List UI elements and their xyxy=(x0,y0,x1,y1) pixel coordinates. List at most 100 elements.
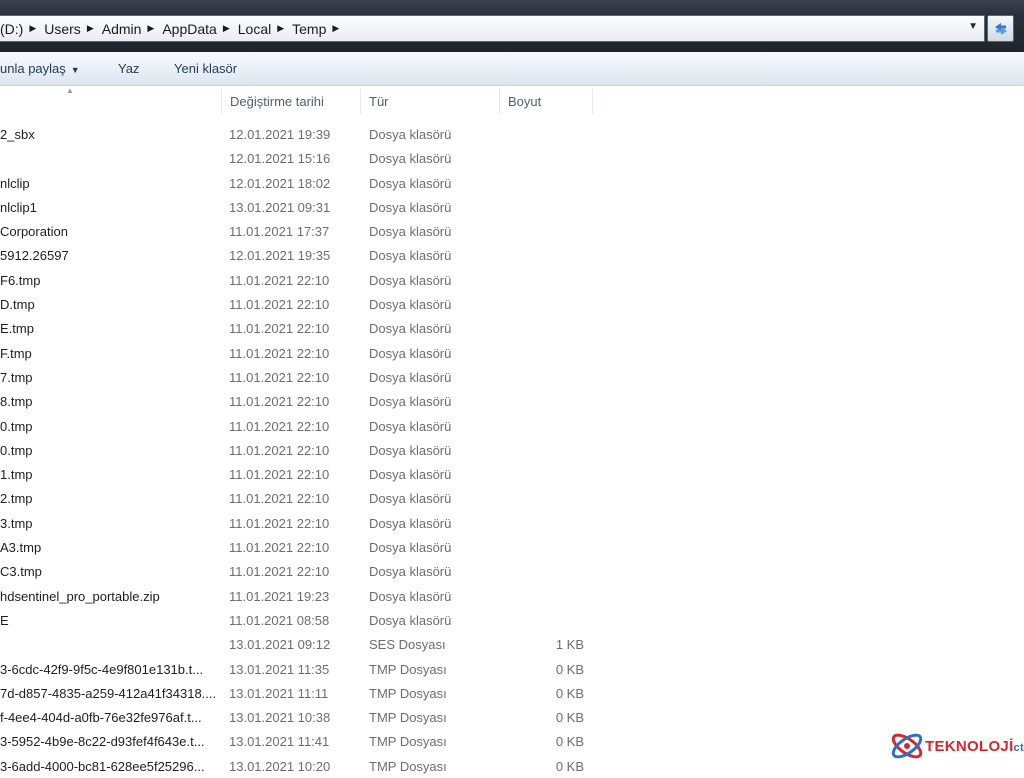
file-row[interactable]: 1.tmp 11.01.2021 22:10 Dosya klasörü xyxy=(0,462,1024,486)
file-row[interactable]: A3.tmp 11.01.2021 22:10 Dosya klasörü xyxy=(0,535,1024,559)
chevron-down-icon[interactable]: ▼ xyxy=(71,65,80,75)
file-row[interactable]: 3-6add-4000-bc81-628ee5f25296... 13.01.20… xyxy=(0,754,1024,778)
file-type: Dosya klasörü xyxy=(369,491,452,507)
file-name: Corporation xyxy=(0,224,68,240)
file-name: nlclip xyxy=(0,175,30,191)
file-row[interactable]: 2_sbx 12.01.2021 19:39 Dosya klasörü xyxy=(0,122,1024,146)
file-date: 11.01.2021 19:23 xyxy=(229,588,330,604)
file-type: Dosya klasörü xyxy=(369,418,452,434)
breadcrumb-local[interactable]: Local ▶ xyxy=(232,21,286,37)
file-row[interactable]: F.tmp 11.01.2021 22:10 Dosya klasörü xyxy=(0,341,1024,365)
file-type: Dosya klasörü xyxy=(369,564,452,580)
file-row[interactable]: nlclip 12.01.2021 18:02 Dosya klasörü xyxy=(0,171,1024,195)
new-folder-label[interactable]: Yeni klasör xyxy=(174,61,237,76)
chevron-right-icon[interactable]: ▶ xyxy=(147,23,156,34)
share-with-label[interactable]: unla paylaş xyxy=(0,61,66,76)
window-frame: (D:) ▶ Users ▶ Admin ▶ AppData ▶ Local ▶… xyxy=(0,0,1024,52)
file-row[interactable]: f-4ee4-404d-a0fb-76e32fe976af.t... 13.01.… xyxy=(0,705,1024,729)
file-row[interactable]: 7.tmp 11.01.2021 22:10 Dosya klasörü xyxy=(0,365,1024,389)
file-date: 12.01.2021 18:02 xyxy=(229,175,331,191)
breadcrumb-admin[interactable]: Admin ▶ xyxy=(96,21,157,37)
share-with-button[interactable]: unla paylaş ▼ xyxy=(0,61,80,76)
file-name: D.tmp xyxy=(0,297,35,313)
file-name: 5912.26597 xyxy=(0,248,69,264)
address-dropdown-icon[interactable]: ▼ xyxy=(968,21,978,32)
file-size: 0 KB xyxy=(555,758,584,774)
file-type: Dosya klasörü xyxy=(369,272,452,288)
file-size: 1 KB xyxy=(555,637,584,653)
file-name: hdsentinel_pro_portable.zip xyxy=(0,588,160,604)
file-name: 3-6cdc-42f9-9f5c-4e9f801e131b.t... xyxy=(0,661,204,677)
column-header-type[interactable]: Tür xyxy=(369,86,389,117)
address-bar[interactable]: (D:) ▶ Users ▶ Admin ▶ AppData ▶ Local ▶… xyxy=(0,15,985,42)
breadcrumb-label[interactable]: Users xyxy=(38,21,87,37)
refresh-icon xyxy=(994,22,1007,35)
refresh-button[interactable] xyxy=(987,15,1014,42)
file-row[interactable]: 0.tmp 11.01.2021 22:10 Dosya klasörü xyxy=(0,414,1024,438)
chevron-right-icon[interactable]: ▶ xyxy=(332,23,341,34)
file-row[interactable]: F6.tmp 11.01.2021 22:10 Dosya klasörü xyxy=(0,268,1024,292)
breadcrumb-label[interactable]: Admin xyxy=(96,21,148,37)
column-header-date[interactable]: Değiştirme tarihi xyxy=(230,86,324,117)
file-date: 11.01.2021 22:10 xyxy=(229,345,330,361)
column-header-size[interactable]: Boyut xyxy=(508,86,541,117)
file-row[interactable]: C3.tmp 11.01.2021 22:10 Dosya klasörü xyxy=(0,559,1024,583)
file-date: 11.01.2021 22:10 xyxy=(229,442,330,458)
file-row[interactable]: 0.tmp 11.01.2021 22:10 Dosya klasörü xyxy=(0,438,1024,462)
file-row[interactable]: 3.tmp 11.01.2021 22:10 Dosya klasörü xyxy=(0,511,1024,535)
file-date: 13.01.2021 11:41 xyxy=(229,734,330,750)
breadcrumb-users[interactable]: Users ▶ xyxy=(38,21,95,37)
file-type: Dosya klasörü xyxy=(369,467,452,483)
column-divider[interactable] xyxy=(360,88,361,114)
file-date: 11.01.2021 22:10 xyxy=(229,564,330,580)
file-row[interactable]: E.tmp 11.01.2021 22:10 Dosya klasörü xyxy=(0,316,1024,340)
file-date: 11.01.2021 22:10 xyxy=(229,321,330,337)
file-row[interactable]: 2.tmp 11.01.2021 22:10 Dosya klasörü xyxy=(0,486,1024,510)
column-divider[interactable] xyxy=(592,88,593,114)
file-date: 11.01.2021 17:37 xyxy=(229,224,330,240)
file-row[interactable]: 5912.26597 12.01.2021 19:35 Dosya klasörü xyxy=(0,243,1024,267)
file-row[interactable]: 13.01.2021 09:12 SES Dosyası 1 KB xyxy=(0,632,1024,656)
column-header-row: ▲ Değiştirme tarihi Tür Boyut xyxy=(0,86,1024,117)
file-row[interactable]: 3-6cdc-42f9-9f5c-4e9f801e131b.t... 13.01.… xyxy=(0,657,1024,681)
file-row[interactable]: nlclip1 13.01.2021 09:31 Dosya klasörü xyxy=(0,195,1024,219)
file-type: Dosya klasörü xyxy=(369,345,452,361)
column-divider[interactable] xyxy=(221,88,222,114)
file-size: 0 KB xyxy=(555,734,584,750)
file-row[interactable]: 12.01.2021 15:16 Dosya klasörü xyxy=(0,146,1024,170)
breadcrumb-label[interactable]: AppData xyxy=(156,21,222,37)
file-row[interactable]: E 11.01.2021 08:58 Dosya klasörü xyxy=(0,608,1024,632)
file-type: Dosya klasörü xyxy=(369,540,452,556)
breadcrumb-label[interactable]: Local xyxy=(232,21,277,37)
file-type: Dosya klasörü xyxy=(369,321,452,337)
chevron-right-icon[interactable]: ▶ xyxy=(29,23,38,34)
breadcrumb-temp[interactable]: Temp ▶ xyxy=(286,21,341,37)
breadcrumb-label[interactable]: Temp xyxy=(286,21,332,37)
burn-label[interactable]: Yaz xyxy=(118,61,139,76)
breadcrumb-drive[interactable]: (D:) ▶ xyxy=(0,21,38,37)
breadcrumb-appdata[interactable]: AppData ▶ xyxy=(156,21,231,37)
burn-button[interactable]: Yaz xyxy=(118,61,139,76)
file-row[interactable]: hdsentinel_pro_portable.zip 11.01.2021 19… xyxy=(0,584,1024,608)
file-type: Dosya klasörü xyxy=(369,175,452,191)
breadcrumb-label[interactable]: (D:) xyxy=(0,21,29,37)
chevron-right-icon[interactable]: ▶ xyxy=(277,23,286,34)
chevron-right-icon[interactable]: ▶ xyxy=(223,23,232,34)
file-name: 3.tmp xyxy=(0,515,33,531)
new-folder-button[interactable]: Yeni klasör xyxy=(174,61,237,76)
file-row[interactable]: Corporation 11.01.2021 17:37 Dosya klasörü xyxy=(0,219,1024,243)
file-date: 11.01.2021 08:58 xyxy=(229,612,330,628)
file-type: Dosya klasörü xyxy=(369,127,452,142)
file-list[interactable]: 2_sbx 12.01.2021 19:39 Dosya klasörü 12.01.… xyxy=(0,122,1024,778)
column-divider[interactable] xyxy=(499,88,500,114)
file-date: 12.01.2021 15:16 xyxy=(229,151,331,167)
file-name: 2_sbx xyxy=(0,127,35,142)
sort-ascending-icon: ▲ xyxy=(66,86,74,95)
file-date: 13.01.2021 09:12 xyxy=(229,637,331,653)
file-row[interactable]: 3-5952-4b9e-8c22-d93fef4f643e.t... 13.01.… xyxy=(0,729,1024,753)
file-row[interactable]: 7d-d857-4835-a259-412a41f34318.... 13.01.… xyxy=(0,681,1024,705)
chevron-right-icon[interactable]: ▶ xyxy=(87,23,96,34)
file-row[interactable]: 8.tmp 11.01.2021 22:10 Dosya klasörü xyxy=(0,389,1024,413)
file-row[interactable]: D.tmp 11.01.2021 22:10 Dosya klasörü xyxy=(0,292,1024,316)
atom-logo-icon xyxy=(891,733,923,759)
